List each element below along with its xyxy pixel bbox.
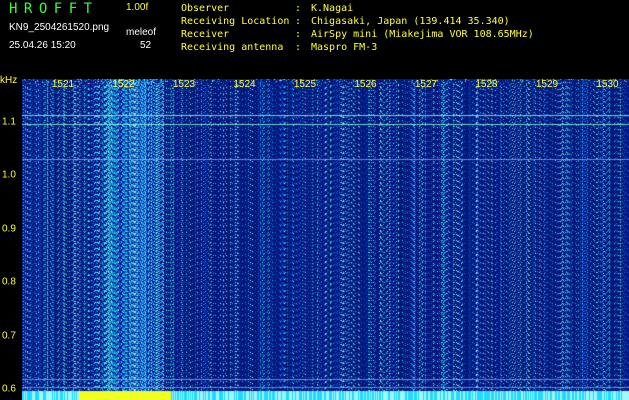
x-tick-label: 1530 — [596, 79, 619, 90]
x-tick-label: 1527 — [414, 79, 438, 90]
x-tick-label: 1526 — [354, 79, 377, 90]
station-sep: : — [295, 3, 302, 14]
app-title: HROFFT — [9, 1, 99, 17]
station-row-observer: Observer : K.Nagai — [181, 2, 534, 15]
station-value: K.Nagai — [311, 3, 354, 14]
spectrogram-plot — [22, 79, 629, 400]
x-tick-label: 1521 — [51, 79, 75, 90]
datetime-label: 25.04.26 15:20 — [9, 40, 76, 51]
station-sep: : — [295, 29, 302, 40]
station-value: Maspro FM-3 — [311, 42, 378, 53]
x-tick-label: 1525 — [293, 79, 317, 90]
station-key: Receiving antenna — [181, 42, 284, 53]
y-unit-label: kHz — [0, 75, 18, 86]
station-row-receiver: Receiver : AirSpy mini (Miakejima VOR 10… — [181, 28, 534, 41]
x-tick-label: 1528 — [475, 79, 498, 90]
station-key: Receiving Location — [181, 16, 290, 27]
y-tick-label: 0.9 — [2, 223, 16, 235]
version-label: 1.00f — [126, 2, 149, 13]
station-key: Observer — [181, 3, 230, 14]
station-row-location: Receiving Location : Chigasaki, Japan (1… — [181, 15, 534, 28]
header-panel: HROFFT 1.00f KN9_2504261520.png meleof 2… — [0, 0, 629, 76]
x-tick-label: 1529 — [535, 79, 559, 90]
y-tick-label: 1.0 — [2, 169, 16, 181]
station-value: AirSpy mini (Miakejima VOR 108.65MHz) — [311, 29, 534, 40]
station-sep: : — [295, 42, 302, 53]
mode-label: meleof — [126, 27, 157, 38]
x-tick-label: 1524 — [233, 79, 256, 90]
y-tick-label: 0.7 — [2, 330, 16, 342]
x-tick-label: 1523 — [172, 79, 196, 90]
station-value: Chigasaki, Japan (139.414 35.340) — [311, 16, 510, 27]
filename-label: KN9_2504261520.png — [9, 22, 110, 33]
station-key: Receiver — [181, 29, 230, 40]
y-tick-label: 0.8 — [2, 276, 16, 288]
spectrogram-canvas — [22, 79, 629, 400]
station-info: Observer : K.Nagai Receiving Location : … — [181, 2, 534, 54]
mode-value: 52 — [140, 40, 152, 51]
y-tick-label: 1.1 — [2, 116, 16, 128]
y-tick-label: 0.6 — [2, 383, 16, 395]
station-row-antenna: Receiving antenna : Maspro FM-3 — [181, 41, 534, 54]
x-tick-label: 1522 — [112, 79, 135, 90]
station-sep: : — [295, 16, 302, 27]
